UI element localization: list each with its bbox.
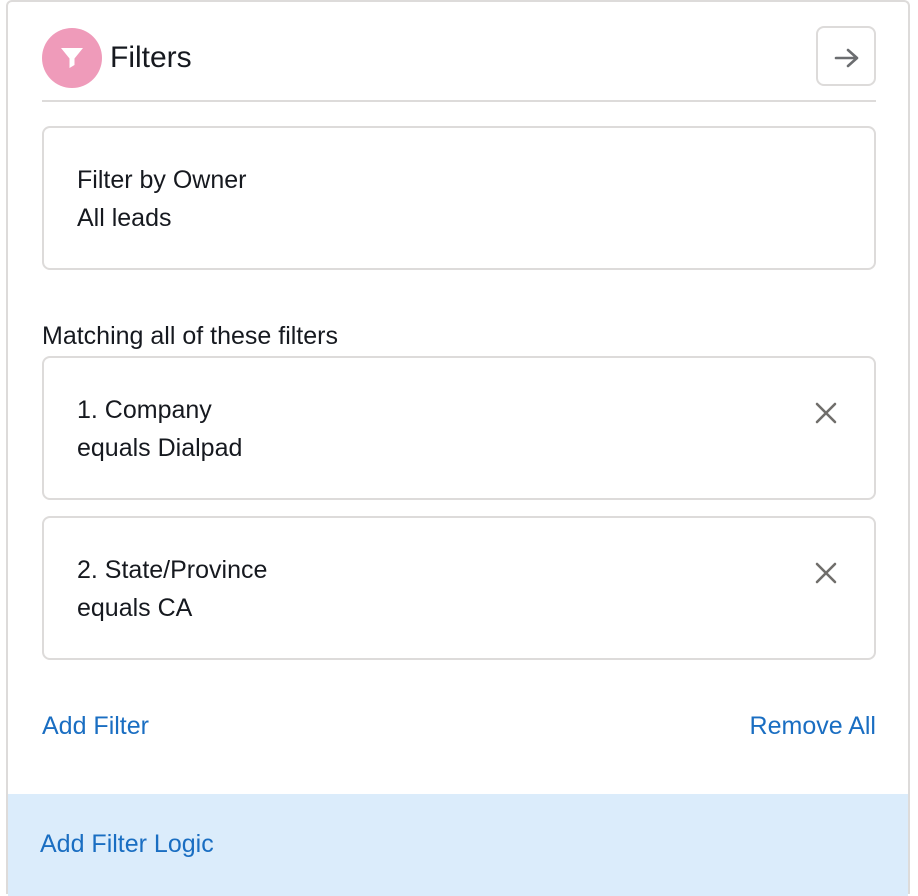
add-filter-logic-link[interactable]: Add Filter Logic bbox=[40, 829, 214, 859]
add-filter-link[interactable]: Add Filter bbox=[42, 711, 149, 741]
owner-filter-value: All leads bbox=[77, 204, 172, 232]
panel-title: Filters bbox=[110, 41, 192, 74]
filter-field: 2. State/Province bbox=[77, 556, 268, 584]
panel-header: Filters bbox=[42, 26, 876, 102]
close-icon[interactable] bbox=[814, 401, 838, 425]
filter-condition: equals CA bbox=[77, 594, 193, 622]
collapse-panel-button[interactable] bbox=[816, 26, 876, 86]
filters-panel: Filters Filter by Owner All leads Matchi… bbox=[6, 0, 910, 896]
remove-all-link[interactable]: Remove All bbox=[750, 711, 876, 741]
filter-field: 1. Company bbox=[77, 396, 212, 424]
owner-filter-card[interactable]: Filter by Owner All leads bbox=[42, 126, 876, 270]
arrow-right-icon bbox=[834, 48, 859, 68]
filters-section-label: Matching all of these filters bbox=[42, 322, 338, 350]
filter-item[interactable]: 2. State/Province equals CA bbox=[42, 516, 876, 660]
filter-item[interactable]: 1. Company equals Dialpad bbox=[42, 356, 876, 500]
owner-filter-label: Filter by Owner bbox=[77, 166, 247, 194]
filter-logic-bar: Add Filter Logic bbox=[8, 794, 908, 896]
filter-condition: equals Dialpad bbox=[77, 434, 243, 462]
filter-icon bbox=[42, 28, 102, 88]
close-icon[interactable] bbox=[814, 561, 838, 585]
